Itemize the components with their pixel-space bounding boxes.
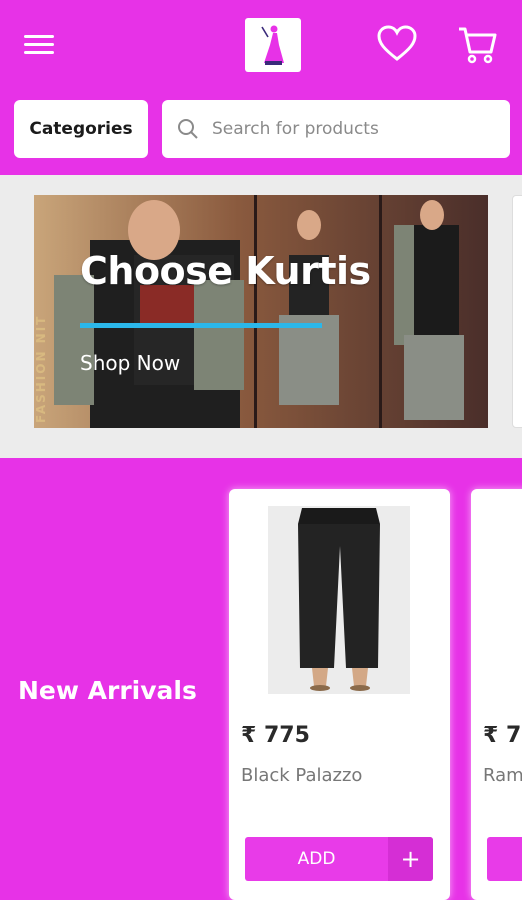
hamburger-menu-icon[interactable] xyxy=(24,30,58,60)
brand-logo[interactable] xyxy=(245,18,301,72)
section-title: New Arrivals xyxy=(18,676,197,705)
product-price: ₹ 775 xyxy=(241,723,310,748)
banner-photo xyxy=(34,195,488,428)
product-image[interactable] xyxy=(268,506,410,694)
add-to-cart-button[interactable]: ADD + xyxy=(245,837,433,881)
promo-banner[interactable]: FASHION NIT Choose Kurtis Shop Now xyxy=(34,195,488,428)
product-name: Ram xyxy=(483,765,522,786)
categories-button[interactable]: Categories xyxy=(14,100,148,158)
add-label: ADD xyxy=(297,849,336,869)
product-name: Black Palazzo xyxy=(241,765,363,786)
add-to-cart-button[interactable] xyxy=(487,837,522,881)
banner-side-text: FASHION NIT xyxy=(34,314,48,423)
logo-figure-icon xyxy=(261,25,284,65)
banner-carousel: FASHION NIT Choose Kurtis Shop Now xyxy=(0,175,522,458)
next-banner-peek[interactable] xyxy=(512,195,522,428)
product-card[interactable]: ₹ 77 Ram xyxy=(471,489,522,900)
cart-icon[interactable] xyxy=(456,24,498,66)
search-icon xyxy=(178,119,198,139)
product-card[interactable]: ₹ 775 Black Palazzo ADD + xyxy=(229,489,450,900)
shop-now-link[interactable]: Shop Now xyxy=(80,351,180,375)
product-price: ₹ 77 xyxy=(483,723,522,748)
banner-title: Choose Kurtis xyxy=(80,249,371,293)
top-app-bar: Categories xyxy=(0,0,522,175)
plus-icon[interactable]: + xyxy=(388,837,433,881)
search-input[interactable] xyxy=(212,119,492,139)
search-bar[interactable] xyxy=(162,100,510,158)
banner-accent-line xyxy=(80,323,322,328)
wishlist-heart-icon[interactable] xyxy=(376,24,418,64)
